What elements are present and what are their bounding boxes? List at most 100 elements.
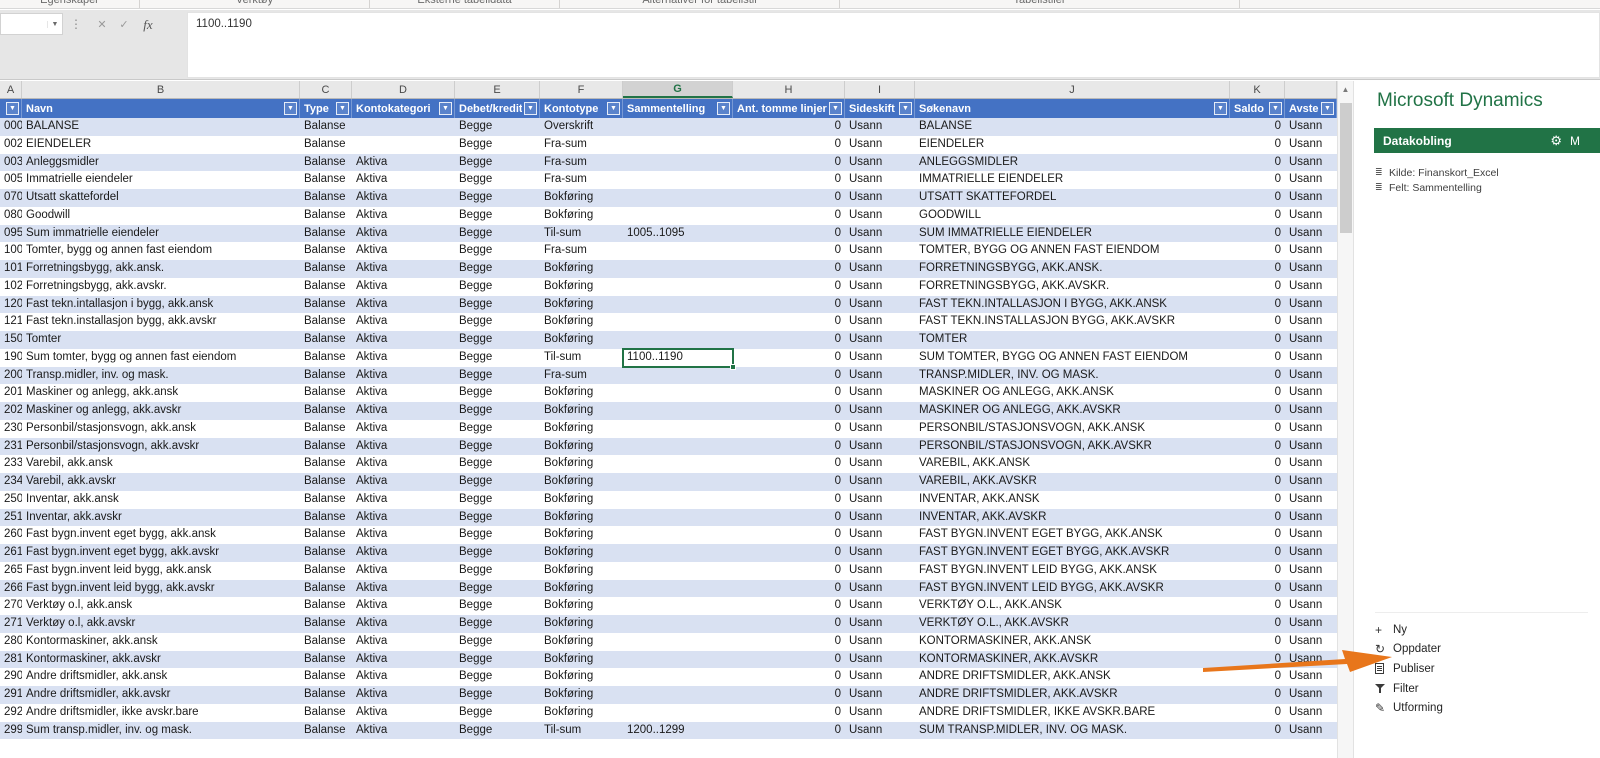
table-cell[interactable]: Usann [1285, 331, 1337, 349]
table-cell[interactable]: Usann [1285, 633, 1337, 651]
table-cell[interactable]: Usann [1285, 704, 1337, 722]
table-cell[interactable]: Begge [455, 633, 540, 651]
table-cell[interactable]: Begge [455, 171, 540, 189]
table-cell[interactable]: 266 [0, 580, 22, 598]
table-cell[interactable]: Maskiner og anlegg, akk.avskr [22, 402, 300, 420]
table-cell[interactable]: Aktiva [352, 544, 455, 562]
table-cell[interactable]: Bokføring [540, 420, 623, 438]
table-cell[interactable]: Aktiva [352, 704, 455, 722]
table-cell[interactable]: Balanse [300, 562, 352, 580]
table-cell[interactable]: Inventar, akk.avskr [22, 509, 300, 527]
table-cell[interactable]: 0 [733, 509, 845, 527]
table-cell[interactable]: Balanse [300, 207, 352, 225]
formula-bar-input[interactable]: 1100..1190 [187, 12, 1600, 78]
scrollbar-thumb[interactable] [1340, 103, 1352, 233]
table-cell[interactable]: Usann [1285, 686, 1337, 704]
table-cell[interactable]: Maskiner og anlegg, akk.ansk [22, 384, 300, 402]
table-header-7[interactable]: Ant. tomme linjer▼ [733, 99, 845, 118]
table-cell[interactable]: PERSONBIL/STASJONSVOGN, AKK.AVSKR [915, 438, 1230, 456]
table-cell[interactable]: Aktiva [352, 225, 455, 243]
table-cell[interactable]: Balanse [300, 420, 352, 438]
table-cell[interactable]: 0 [733, 686, 845, 704]
table-cell[interactable]: 0 [733, 651, 845, 669]
table-cell[interactable]: Begge [455, 686, 540, 704]
table-cell[interactable]: Bokføring [540, 615, 623, 633]
table-cell[interactable]: 0 [1230, 136, 1285, 154]
table-cell[interactable]: Usann [1285, 278, 1337, 296]
table-cell[interactable]: Usann [845, 722, 915, 740]
table-cell[interactable]: 0 [733, 331, 845, 349]
table-cell[interactable]: Balanse [300, 296, 352, 314]
table-cell[interactable]: Usann [845, 615, 915, 633]
table-cell[interactable]: Personbil/stasjonsvogn, akk.avskr [22, 438, 300, 456]
filter-dropdown-icon[interactable]: ▼ [284, 102, 297, 115]
table-cell[interactable]: Utsatt skattefordel [22, 189, 300, 207]
table-cell[interactable]: 0 [1230, 668, 1285, 686]
table-cell[interactable]: Begge [455, 651, 540, 669]
table-cell[interactable]: 0 [1230, 651, 1285, 669]
table-cell[interactable]: Bokføring [540, 597, 623, 615]
table-cell[interactable]: IMMATRIELLE EIENDELER [915, 171, 1230, 189]
table-cell[interactable] [623, 580, 733, 598]
table-cell[interactable]: 0 [1230, 438, 1285, 456]
table-cell[interactable]: Aktiva [352, 633, 455, 651]
table-cell[interactable]: Usann [845, 509, 915, 527]
table-cell[interactable]: Begge [455, 544, 540, 562]
table-cell[interactable]: Balanse [300, 278, 352, 296]
table-cell[interactable]: Balanse [300, 491, 352, 509]
table-cell[interactable]: Usann [1285, 491, 1337, 509]
table-cell[interactable]: 100 [0, 242, 22, 260]
table-cell[interactable]: 0 [733, 402, 845, 420]
table-cell[interactable]: 0 [1230, 207, 1285, 225]
table-cell[interactable]: EIENDELER [915, 136, 1230, 154]
table-cell[interactable]: Bokføring [540, 296, 623, 314]
selected-cell[interactable]: 1100..1190 [623, 349, 733, 367]
table-cell[interactable]: SUM TRANSP.MIDLER, INV. OG MASK. [915, 722, 1230, 740]
table-cell[interactable]: 0 [1230, 722, 1285, 740]
table-cell[interactable]: GOODWILL [915, 207, 1230, 225]
table-cell[interactable]: Usann [845, 562, 915, 580]
table-cell[interactable]: SUM TOMTER, BYGG OG ANNEN FAST EIENDOM [915, 349, 1230, 367]
table-cell[interactable]: Usann [845, 118, 915, 136]
table-cell[interactable]: Aktiva [352, 526, 455, 544]
table-cell[interactable]: Andre driftsmidler, akk.ansk [22, 668, 300, 686]
table-cell[interactable]: Aktiva [352, 242, 455, 260]
table-cell[interactable] [623, 544, 733, 562]
table-cell[interactable]: Usann [845, 367, 915, 385]
table-header-8[interactable]: Sideskift▼ [845, 99, 915, 118]
table-cell[interactable]: 005 [0, 171, 22, 189]
table-cell[interactable]: Usann [1285, 722, 1337, 740]
table-cell[interactable]: Usann [1285, 580, 1337, 598]
table-cell[interactable]: Usann [845, 384, 915, 402]
table-cell[interactable]: Balanse [300, 455, 352, 473]
table-cell[interactable]: Usann [1285, 597, 1337, 615]
table-cell[interactable]: 0 [733, 526, 845, 544]
table-header-10[interactable]: Saldo▼ [1230, 99, 1285, 118]
table-cell[interactable]: FAST TEKN.INTALLASJON I BYGG, AKK.ANSK [915, 296, 1230, 314]
table-cell[interactable]: Usann [845, 296, 915, 314]
table-cell[interactable]: 0 [733, 722, 845, 740]
table-cell[interactable]: TRANSP.MIDLER, INV. OG MASK. [915, 367, 1230, 385]
table-cell[interactable]: 1200..1299 [623, 722, 733, 740]
table-cell[interactable]: Fast tekn.intallasjon i bygg, akk.ansk [22, 296, 300, 314]
table-cell[interactable]: Bokføring [540, 313, 623, 331]
table-cell[interactable]: EIENDELER [22, 136, 300, 154]
table-cell[interactable]: Bokføring [540, 438, 623, 456]
table-cell[interactable]: Balanse [300, 349, 352, 367]
table-cell[interactable]: Begge [455, 509, 540, 527]
table-cell[interactable]: Usann [845, 544, 915, 562]
table-cell[interactable]: Bokføring [540, 207, 623, 225]
table-cell[interactable]: Usann [1285, 562, 1337, 580]
table-cell[interactable]: Usann [845, 473, 915, 491]
table-cell[interactable]: Bokføring [540, 331, 623, 349]
table-cell[interactable]: Balanse [300, 615, 352, 633]
table-cell[interactable]: FAST BYGN.INVENT EGET BYGG, AKK.AVSKR [915, 544, 1230, 562]
filter-dropdown-icon[interactable]: ▼ [1321, 102, 1334, 115]
table-cell[interactable]: Aktiva [352, 154, 455, 172]
table-cell[interactable]: Kontormaskiner, akk.ansk [22, 633, 300, 651]
table-cell[interactable]: Begge [455, 438, 540, 456]
table-cell[interactable]: KONTORMASKINER, AKK.AVSKR [915, 651, 1230, 669]
table-cell[interactable]: Bokføring [540, 633, 623, 651]
table-cell[interactable]: ANDRE DRIFTSMIDLER, IKKE AVSKR.BARE [915, 704, 1230, 722]
chevron-down-icon[interactable]: ▼ [47, 21, 62, 28]
